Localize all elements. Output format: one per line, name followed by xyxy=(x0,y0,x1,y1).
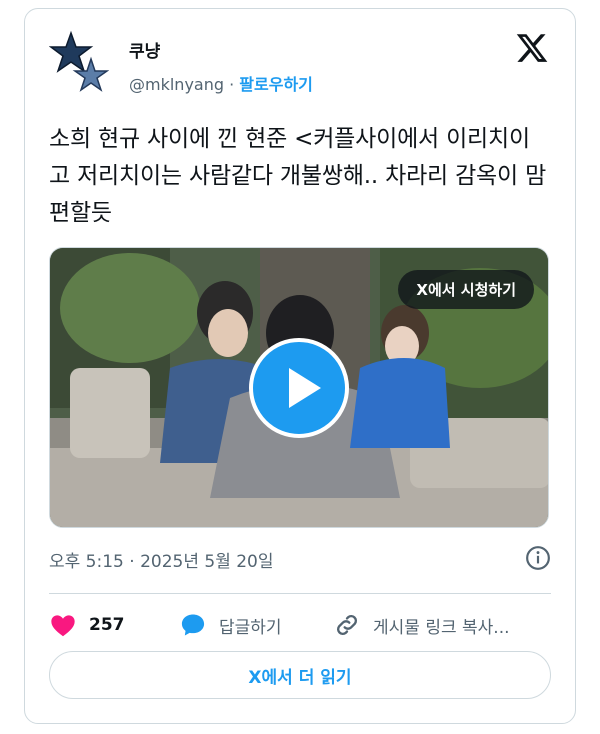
reply-label: 답글하기 xyxy=(219,617,282,638)
x-logo-icon[interactable] xyxy=(515,31,549,65)
tweet-embed-card: 쿠냥 @mklnyang · 팔로우하기 소희 현규 사이에 낀 현준 <커플사… xyxy=(24,8,576,724)
tweet-timestamp[interactable]: 오후 5:15 · 2025년 5월 20일 xyxy=(49,547,274,572)
video-thumbnail[interactable]: X에서 시청하기 xyxy=(49,247,549,528)
play-icon[interactable] xyxy=(249,338,349,438)
like-button[interactable]: 257 xyxy=(49,605,125,645)
heart-icon xyxy=(51,615,75,637)
info-icon[interactable] xyxy=(525,545,551,571)
author-handle[interactable]: @mklnyang xyxy=(129,75,224,94)
divider xyxy=(49,593,551,594)
follow-button[interactable]: 팔로우하기 xyxy=(239,75,313,94)
copy-link-button[interactable]: 게시물 링크 복사... xyxy=(333,605,510,645)
action-bar: 257 답글하기 게시물 링크 복사... xyxy=(49,605,553,645)
link-icon xyxy=(336,614,358,636)
author-display-name[interactable]: 쿠냥 xyxy=(129,37,160,62)
tweet-text: 소희 현규 사이에 낀 현준 <커플사이에서 이리치이고 저리치이는 사람같다 … xyxy=(49,126,547,226)
reply-bubble-icon xyxy=(181,614,205,636)
reply-button[interactable]: 답글하기 xyxy=(179,605,282,645)
copy-link-label: 게시물 링크 복사... xyxy=(373,617,510,638)
like-count: 257 xyxy=(89,615,125,635)
watch-on-x-button[interactable]: X에서 시청하기 xyxy=(398,270,534,309)
author-handle-row: @mklnyang · 팔로우하기 xyxy=(129,71,313,95)
star-avatar-icon[interactable] xyxy=(49,29,109,97)
read-more-button[interactable]: X에서 더 읽기 xyxy=(49,651,551,699)
handle-separator: · xyxy=(229,75,235,94)
